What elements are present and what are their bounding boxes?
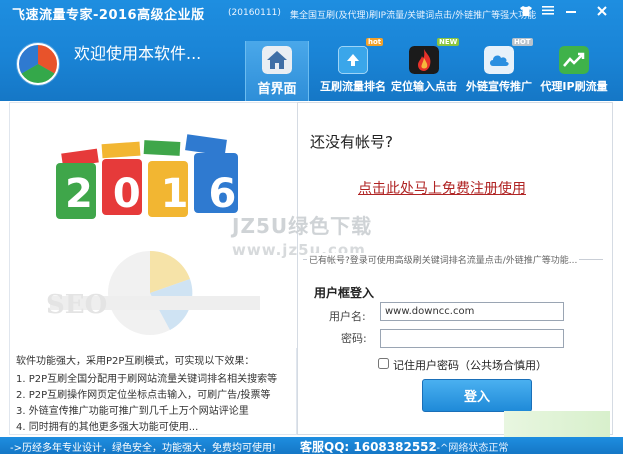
- app-description: 集全国互刷(及代理)刷IP流量/关键词点击/外链推广等强大功能: [290, 11, 537, 21]
- login-button[interactable]: 登入: [422, 379, 532, 412]
- app-version: (20160111): [228, 8, 281, 18]
- nav-traffic-rank[interactable]: hot 互刷流量排名: [320, 38, 386, 101]
- svg-text:SEO: SEO: [46, 290, 107, 320]
- nav-locate-click[interactable]: NEW 定位输入点击: [391, 38, 460, 101]
- nav-external-promo[interactable]: HOT 外链宣传推广: [466, 38, 533, 101]
- username-input[interactable]: [380, 302, 564, 321]
- support-qq: 客服QQ: 1608382552: [300, 440, 437, 454]
- feature-list: 软件功能强大，采用P2P互刷模式，可实现以下效果： 1. P2P互刷全国分配用于…: [16, 355, 298, 436]
- nav-traffic-rank-label: 互刷流量排名: [320, 80, 386, 93]
- feature-item: 4. 同时拥有的其他更多强大功能可使用...: [16, 422, 199, 433]
- nav-proxy-ip[interactable]: 代理IP刷流量: [539, 41, 609, 101]
- watermark-line1: JZ5U绿色下载: [232, 214, 373, 238]
- new-badge: NEW: [437, 38, 460, 46]
- close-icon[interactable]: [594, 5, 610, 19]
- feature-panel: 2016 SEO 软件功能强大，采用P2P互刷模式，可实现以下效果： 1. P2…: [9, 102, 298, 436]
- nav-proxy-ip-label: 代理IP刷流量: [540, 80, 608, 93]
- password-label: 密码:: [341, 332, 367, 345]
- register-link[interactable]: 点击此处马上免费注册使用: [358, 178, 526, 198]
- house-icon: [262, 46, 292, 74]
- banner-year-text: 2016: [65, 171, 256, 217]
- app-title: 飞速流量专家-2016高级企业版: [12, 8, 205, 23]
- login-group-caption: 已有帐号?登录可使用高级刷关键词排名流量点击/外链推广等功能...: [307, 253, 580, 266]
- menu-icon[interactable]: [540, 5, 556, 19]
- status-message: ->历经多年专业设计，绿色安全，功能强大，免费均可使用!: [10, 443, 276, 454]
- fire-icon: [409, 46, 439, 74]
- shirt-icon[interactable]: [518, 5, 534, 19]
- feature-intro: 软件功能强大，采用P2P互刷模式，可实现以下效果：: [16, 356, 255, 367]
- nav-external-promo-label: 外链宣传推广: [466, 80, 532, 93]
- feature-item: 1. P2P互刷全国分配用于刷网站流量关键词排名相关搜索等: [16, 374, 278, 385]
- username-label: 用户名:: [329, 310, 366, 323]
- cloud-icon: [484, 46, 514, 74]
- upload-icon: [338, 46, 368, 74]
- trend-icon: [559, 46, 589, 74]
- feature-item: 3. 外链宣传推广功能可推广到几千上万个网站评论里: [16, 406, 249, 417]
- welcome-text: 欢迎使用本软件...: [74, 44, 202, 63]
- no-account-heading: 还没有帐号?: [310, 133, 393, 151]
- nav-home[interactable]: 首界面: [245, 41, 309, 101]
- nav-home-label: 首界面: [257, 82, 297, 97]
- app-logo: [14, 40, 62, 88]
- hot-badge: hot: [366, 38, 384, 46]
- app-window: 飞速流量专家-2016高级企业版 (20160111) 集全国互刷(及代理)刷I…: [0, 0, 623, 468]
- feature-item: 2. P2P互刷操作网页定位坐标点击输入，可刷广告/投票等: [16, 390, 271, 401]
- status-bar: ->历经多年专业设计，绿色安全，功能强大，免费均可使用! 客服QQ: 16083…: [0, 437, 623, 454]
- header: 飞速流量专家-2016高级企业版 (20160111) 集全国互刷(及代理)刷I…: [0, 0, 623, 101]
- password-input[interactable]: [380, 329, 564, 348]
- nav-locate-click-label: 定位输入点击: [391, 80, 457, 93]
- hot-badge-2: HOT: [512, 38, 533, 46]
- network-status: ^-^网络状态正常: [428, 443, 509, 454]
- title-bar[interactable]: 飞速流量专家-2016高级企业版 (20160111) 集全国互刷(及代理)刷I…: [0, 0, 623, 24]
- remember-label: 记住用户密码（公共场合慎用）: [393, 359, 547, 372]
- corner-decoration: [504, 411, 610, 439]
- minimize-icon[interactable]: [563, 5, 579, 19]
- login-title: 用户框登入: [314, 286, 375, 300]
- remember-checkbox[interactable]: [378, 358, 389, 369]
